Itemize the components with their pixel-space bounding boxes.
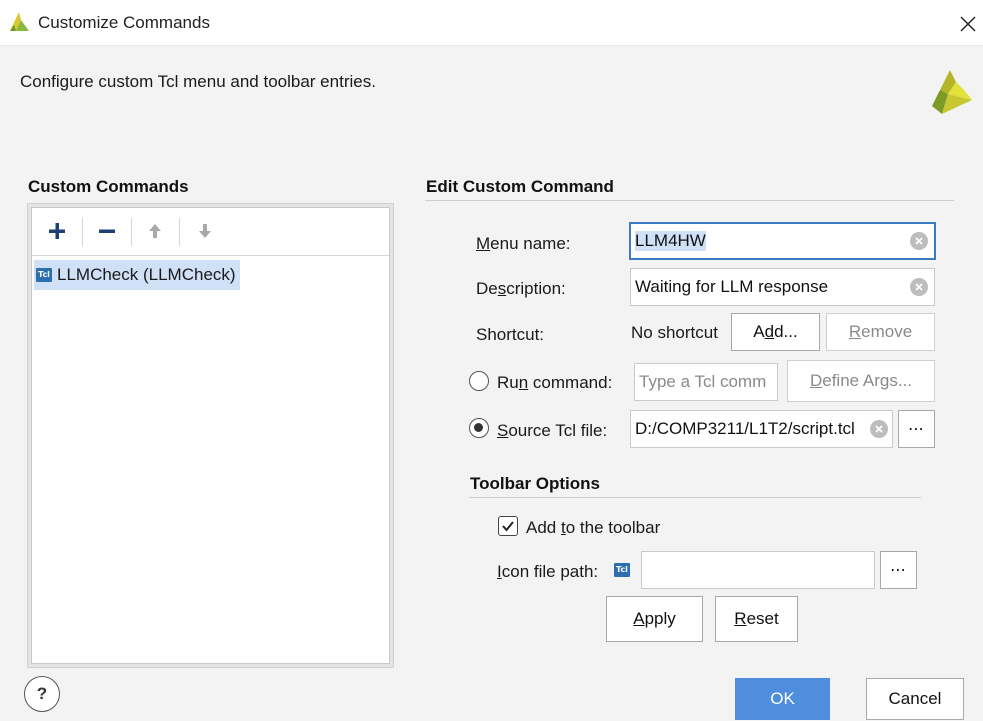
title-bar: Customize Commands (0, 0, 983, 46)
browse-tcl-button[interactable]: ⋯ (898, 410, 935, 448)
clear-icon[interactable] (870, 420, 888, 438)
custom-commands-list[interactable]: Tcl LLMCheck (LLMCheck) (31, 207, 390, 664)
divider (425, 200, 954, 201)
help-button[interactable]: ? (24, 676, 60, 712)
apply-button[interactable]: Apply (606, 596, 703, 642)
window-title: Customize Commands (38, 13, 210, 32)
clear-icon[interactable] (910, 278, 928, 296)
close-icon[interactable] (955, 8, 983, 38)
plus-icon (49, 223, 65, 239)
minus-icon (99, 229, 115, 233)
run-command-input[interactable]: Type a Tcl comm (634, 363, 778, 401)
vivado-logo-icon (932, 70, 972, 114)
add-shortcut-button[interactable]: Add... (731, 313, 820, 351)
remove-shortcut-button[interactable]: Remove (826, 313, 935, 351)
remove-command-button[interactable] (94, 218, 120, 244)
run-command-label: Run command: (497, 373, 613, 392)
shortcut-value: No shortcut (631, 323, 718, 342)
menu-name-input[interactable]: LLM4HW (629, 222, 936, 260)
arrow-up-icon (149, 224, 161, 238)
custom-commands-heading: Custom Commands (28, 177, 189, 196)
cancel-button[interactable]: Cancel (866, 678, 964, 720)
clear-icon[interactable] (910, 232, 928, 250)
source-tcl-label: Source Tcl file: (497, 421, 608, 440)
edit-command-heading: Edit Custom Command (426, 177, 614, 196)
arrow-down-icon (199, 224, 211, 238)
custom-commands-panel: Tcl LLMCheck (LLMCheck) (27, 203, 394, 668)
define-args-button[interactable]: Define Args... (787, 360, 935, 402)
add-to-toolbar-label: Add to the toolbar (526, 518, 661, 537)
run-command-radio[interactable] (469, 371, 489, 391)
source-tcl-input[interactable]: D:/COMP3211/L1T2/script.tcl (630, 410, 893, 448)
dialog-header: Configure custom Tcl menu and toolbar en… (0, 46, 983, 136)
list-item-label: LLMCheck (LLMCheck) (57, 265, 236, 284)
shortcut-label: Shortcut: (476, 325, 545, 344)
dialog-description: Configure custom Tcl menu and toolbar en… (20, 72, 376, 91)
commands-toolbar (32, 208, 389, 256)
checkmark-icon (502, 521, 514, 532)
source-tcl-radio[interactable] (469, 418, 489, 438)
list-item[interactable]: Tcl LLMCheck (LLMCheck) (34, 260, 240, 290)
ok-button[interactable]: OK (735, 678, 830, 720)
add-command-button[interactable] (44, 218, 70, 244)
icon-path-input[interactable] (641, 551, 875, 589)
toolbar-options-heading: Toolbar Options (470, 474, 601, 493)
add-to-toolbar-checkbox[interactable] (498, 516, 518, 536)
description-label: Description: (476, 279, 566, 298)
divider (469, 497, 921, 498)
vivado-app-icon (10, 12, 29, 31)
move-down-button[interactable] (192, 218, 218, 244)
reset-button[interactable]: Reset (715, 596, 798, 642)
browse-icon-button[interactable]: ⋯ (880, 551, 917, 589)
tcl-file-icon: Tcl (36, 268, 52, 282)
icon-path-label: Icon file path: (497, 562, 599, 581)
description-input[interactable]: Waiting for LLM response (630, 268, 935, 306)
menu-name-label: Menu name: (476, 234, 571, 253)
tcl-file-icon: Tcl (614, 563, 630, 577)
move-up-button[interactable] (142, 218, 168, 244)
